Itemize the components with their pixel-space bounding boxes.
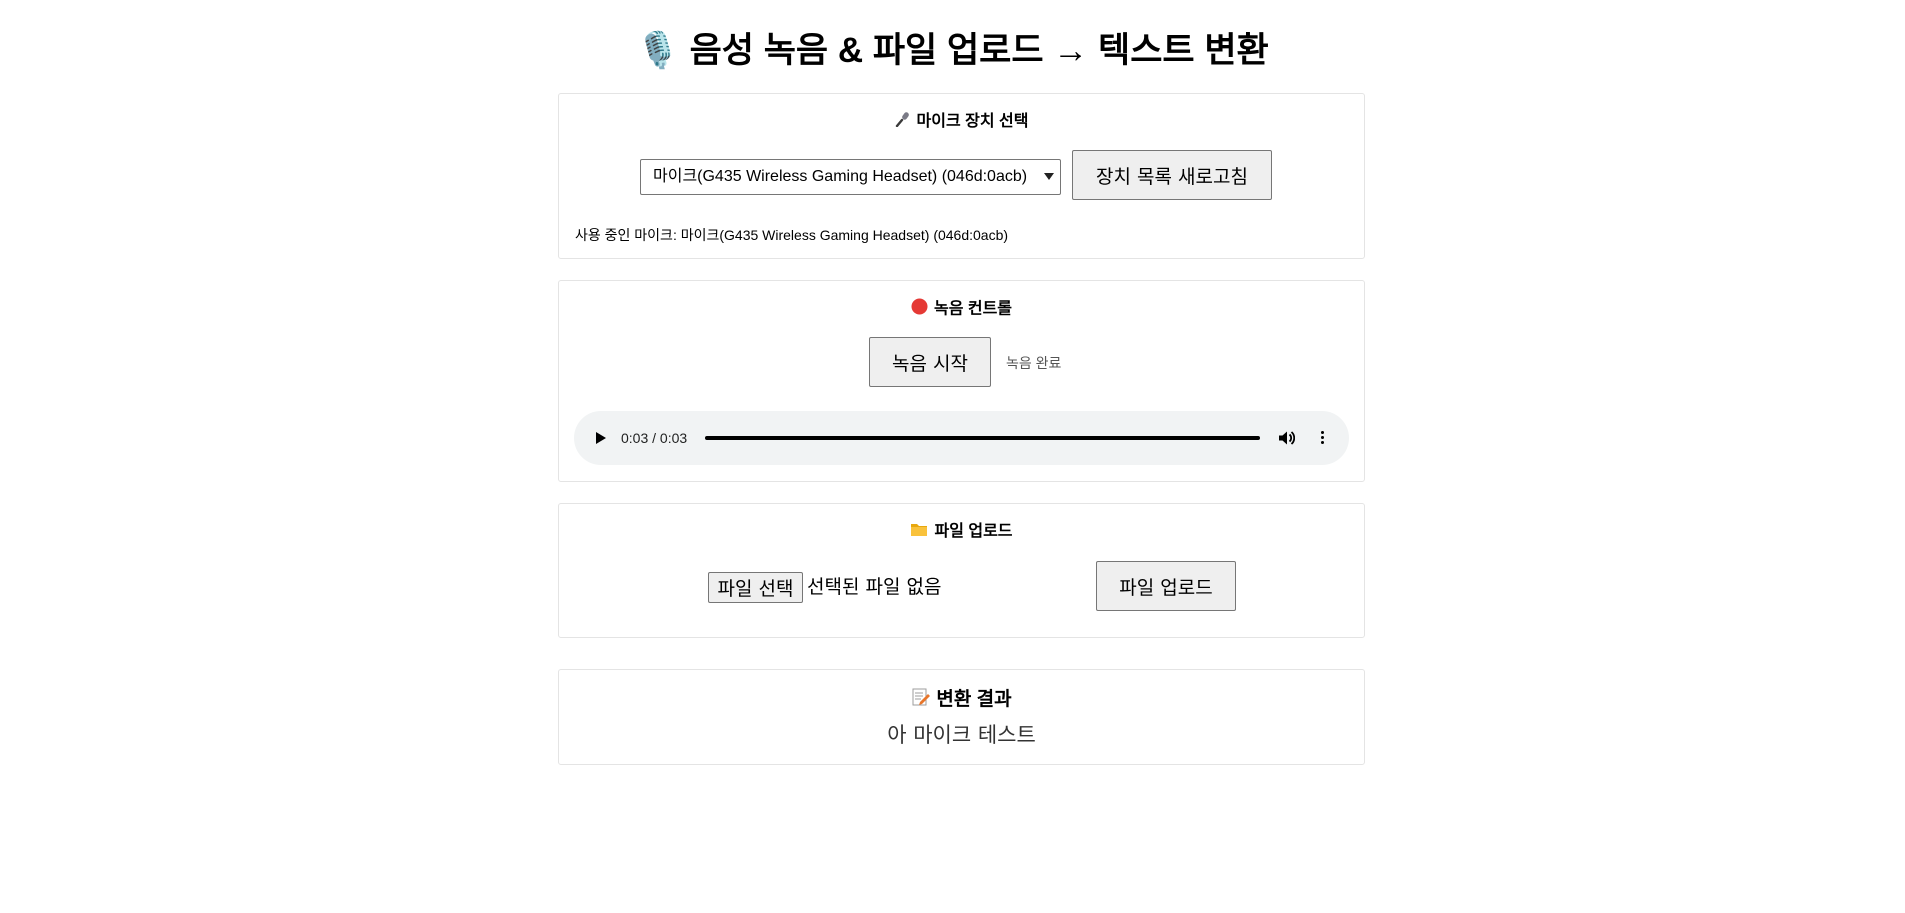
- record-card: 녹음 컨트롤 녹음 시작 녹음 완료 0:03 / 0:03: [558, 280, 1365, 482]
- page-title: 🎙️ 음성 녹음 & 파일 업로드 → 텍스트 변환: [636, 31, 1269, 70]
- upload-card: 파일 업로드 파일 선택 선택된 파일 없음 파일 업로드: [558, 503, 1365, 638]
- audio-progress-track[interactable]: [705, 436, 1260, 440]
- recording-status: 녹음 완료: [1006, 355, 1062, 371]
- record-card-title-text: 녹음 컨트롤: [933, 300, 1013, 318]
- upload-file-button[interactable]: 파일 업로드: [1096, 561, 1236, 611]
- folder-icon: [910, 521, 928, 543]
- audio-player: 0:03 / 0:03: [574, 411, 1349, 465]
- start-recording-button[interactable]: 녹음 시작: [869, 337, 991, 387]
- memo-icon: [911, 687, 931, 713]
- record-card-title: 녹음 컨트롤: [559, 298, 1364, 321]
- result-card-title-text: 변환 결과: [936, 689, 1012, 711]
- more-options-icon[interactable]: [1321, 429, 1324, 446]
- transcription-result: 아 마이크 테스트: [887, 723, 1036, 747]
- mic-card-title: 마이크 장치 선택: [559, 111, 1364, 133]
- result-card: 변환 결과 아 마이크 테스트: [558, 669, 1365, 765]
- audio-time: 0:03 / 0:03: [621, 430, 688, 446]
- upload-card-title-text: 파일 업로드: [934, 523, 1013, 541]
- play-icon[interactable]: [596, 432, 606, 444]
- upload-card-title: 파일 업로드: [559, 521, 1364, 543]
- microphone-icon: [895, 111, 911, 133]
- choose-file-button[interactable]: 파일 선택: [708, 572, 803, 603]
- chevron-down-icon: [1044, 173, 1054, 180]
- active-mic-label: 사용 중인 마이크: 마이크(G435 Wireless Gaming Head…: [575, 227, 1009, 243]
- file-status: 선택된 파일 없음: [807, 576, 942, 598]
- refresh-devices-button[interactable]: 장치 목록 새로고침: [1072, 150, 1272, 200]
- microphone-device-select[interactable]: 마이크(G435 Wireless Gaming Headset) (046d:…: [640, 159, 1061, 195]
- mic-card-title-text: 마이크 장치 선택: [916, 113, 1029, 131]
- mic-card: 마이크 장치 선택 마이크(G435 Wireless Gaming Heads…: [558, 93, 1365, 259]
- selected-device-label: 마이크(G435 Wireless Gaming Headset) (046d:…: [653, 168, 1028, 185]
- page: 🎙️ 음성 녹음 & 파일 업로드 → 텍스트 변환 마이크 장치 선택 마이크…: [0, 0, 1905, 913]
- volume-icon[interactable]: [1277, 429, 1296, 452]
- result-card-title: 변환 결과: [559, 687, 1364, 713]
- red-circle-icon: [911, 298, 928, 321]
